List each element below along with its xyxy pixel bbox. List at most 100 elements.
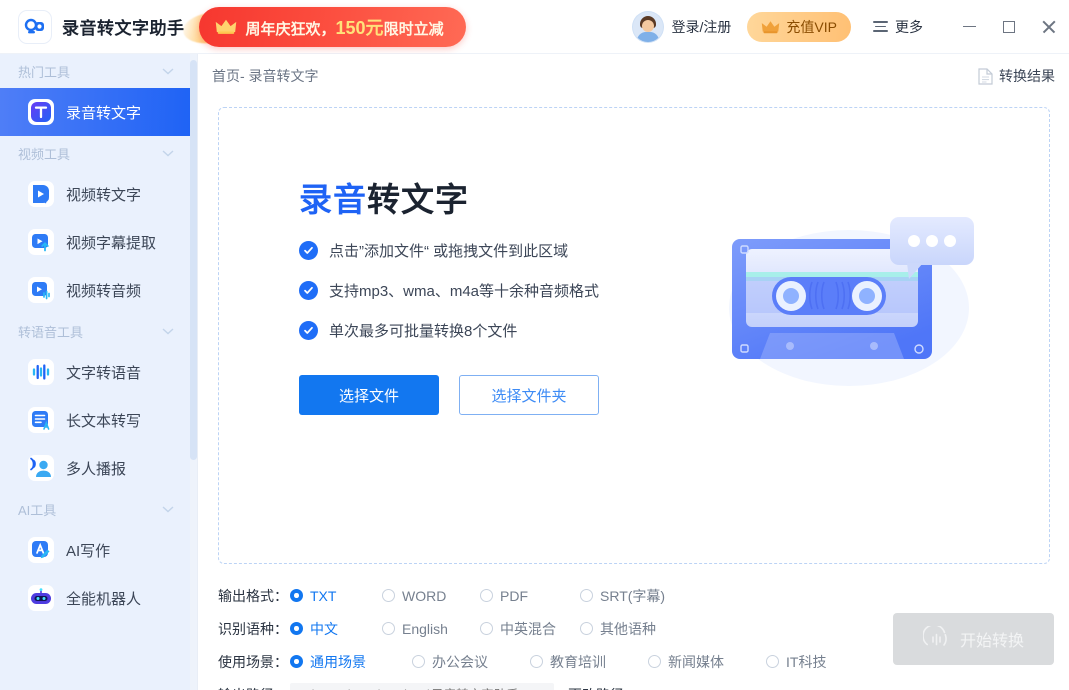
long-text-transcribe-icon bbox=[28, 407, 54, 433]
sidebar-item-ai-writing[interactable]: AI写作 bbox=[0, 526, 190, 574]
breadcrumb: 首页- 录音转文字 bbox=[212, 68, 319, 84]
main-content: 首页- 录音转文字 转换结果 录音转文字 点击”添加文件“ 或拖拽文件到此区域 bbox=[198, 54, 1069, 690]
radio-dot bbox=[530, 655, 543, 668]
sidebar-group-hot-tools[interactable]: 热门工具 bbox=[0, 54, 190, 88]
close-button[interactable] bbox=[1029, 0, 1069, 54]
application-window: 录音转文字助手 周年庆狂欢，150元限时立减 登录/注册 充值VIP 更多 热门… bbox=[0, 0, 1069, 690]
feature-item: 点击”添加文件“ 或拖拽文件到此区域 bbox=[299, 240, 599, 261]
radio-label: 中英混合 bbox=[500, 620, 556, 637]
sidebar-item-multi-speaker[interactable]: 多人播报 bbox=[0, 444, 190, 492]
cassette-tape-illustration bbox=[729, 217, 974, 386]
audio-wave-circle-icon bbox=[922, 625, 947, 646]
sidebar-item-label: 文字转语音 bbox=[66, 364, 142, 382]
radio-output-format-word[interactable]: WORD bbox=[382, 588, 480, 604]
recharge-vip-button[interactable]: 充值VIP bbox=[747, 11, 851, 42]
conversion-result-button[interactable]: 转换结果 bbox=[978, 66, 1055, 86]
scene-label: 使用场景： bbox=[218, 653, 288, 670]
radio-output-format-srt[interactable]: SRT(字幕) bbox=[580, 586, 665, 606]
check-circle-icon bbox=[299, 281, 318, 300]
window-buttons bbox=[949, 0, 1069, 54]
output-path-input[interactable] bbox=[290, 682, 554, 690]
language-row: 识别语种： 中文 English 中英混合 其他语种 bbox=[218, 612, 918, 645]
radio-language-other[interactable]: 其他语种 bbox=[580, 619, 656, 639]
multi-speaker-icon bbox=[28, 455, 54, 481]
sidebar-item-label: 多人播报 bbox=[66, 460, 127, 478]
sidebar-item-audio-to-text[interactable]: 录音转文字 bbox=[0, 88, 190, 136]
sidebar-scrollbar-thumb[interactable] bbox=[190, 60, 197, 460]
header-right-controls: 登录/注册 充值VIP 更多 bbox=[632, 0, 1069, 54]
sidebar-item-video-subtitle-extract[interactable]: 视频字幕提取 bbox=[0, 218, 190, 266]
radio-scene-general[interactable]: 通用场景 bbox=[290, 652, 412, 672]
sidebar-item-robot[interactable]: 全能机器人 bbox=[0, 574, 190, 622]
feature-text: 支持mp3、wma、m4a等十余种音频格式 bbox=[329, 283, 600, 300]
sidebar: 热门工具 录音转文字 视频工具 视频转文字 视频字幕提取 视频转音频 转语音工具… bbox=[0, 54, 190, 690]
promo-highlight: 150元 bbox=[335, 17, 384, 38]
select-file-button[interactable]: 选择文件 bbox=[299, 375, 439, 415]
start-conversion-button[interactable]: 开始转换 bbox=[893, 613, 1054, 665]
chevron-down-icon bbox=[162, 327, 174, 334]
conversion-result-label: 转换结果 bbox=[999, 68, 1055, 84]
sidebar-group-title: AI工具 bbox=[18, 502, 57, 518]
minimize-button[interactable] bbox=[949, 0, 989, 54]
radio-language-chinese[interactable]: 中文 bbox=[290, 619, 382, 639]
change-path-button[interactable]: 更改路径 bbox=[568, 685, 624, 690]
radio-dot bbox=[290, 655, 303, 668]
video-to-audio-icon bbox=[28, 277, 54, 303]
radio-output-format-pdf[interactable]: PDF bbox=[480, 588, 580, 604]
promo-text: 周年庆狂欢，150元限时立减 bbox=[246, 14, 444, 40]
cta-row: 选择文件 选择文件夹 bbox=[299, 375, 599, 415]
sidebar-group-speech-tools[interactable]: 转语音工具 bbox=[0, 314, 190, 348]
sidebar-item-video-to-text[interactable]: 视频转文字 bbox=[0, 170, 190, 218]
robot-icon bbox=[28, 585, 54, 611]
output-format-row: 输出格式： TXT WORD PDF SRT(字幕) bbox=[218, 579, 918, 612]
radio-label: IT科技 bbox=[786, 653, 827, 670]
language-label: 识别语种： bbox=[218, 620, 288, 637]
sidebar-item-label: 视频转文字 bbox=[66, 186, 142, 204]
radio-language-mixed[interactable]: 中英混合 bbox=[480, 619, 580, 639]
feature-text: 单次最多可批量转换8个文件 bbox=[329, 323, 518, 340]
more-label: 更多 bbox=[895, 18, 923, 35]
login-register-button[interactable]: 登录/注册 bbox=[632, 11, 732, 42]
page-title-accent: 录音 bbox=[299, 181, 367, 218]
check-circle-icon bbox=[299, 321, 318, 340]
radio-language-english[interactable]: English bbox=[382, 621, 480, 637]
radio-dot bbox=[580, 622, 593, 635]
video-to-text-icon bbox=[28, 181, 54, 207]
more-menu-button[interactable]: 更多 bbox=[873, 17, 923, 37]
select-folder-button[interactable]: 选择文件夹 bbox=[459, 375, 599, 415]
radio-label: 新闻媒体 bbox=[668, 653, 724, 670]
promo-banner[interactable]: 周年庆狂欢，150元限时立减 bbox=[180, 6, 466, 47]
maximize-icon bbox=[1003, 20, 1015, 33]
radio-scene-office[interactable]: 办公会议 bbox=[412, 652, 530, 672]
sidebar-group-title: 转语音工具 bbox=[18, 324, 84, 340]
breadcrumb-row: 首页- 录音转文字 转换结果 bbox=[198, 54, 1069, 98]
sidebar-group-ai-tools[interactable]: AI工具 bbox=[0, 492, 190, 526]
maximize-button[interactable] bbox=[989, 0, 1029, 54]
sidebar-item-text-to-speech[interactable]: 文字转语音 bbox=[0, 348, 190, 396]
radio-scene-it[interactable]: IT科技 bbox=[766, 652, 826, 672]
radio-dot bbox=[480, 622, 493, 635]
minimize-icon bbox=[962, 25, 976, 28]
brand: 录音转文字助手 bbox=[18, 9, 185, 44]
radio-dot bbox=[480, 589, 493, 602]
sidebar-item-long-text-transcribe[interactable]: 长文本转写 bbox=[0, 396, 190, 444]
brand-name: 录音转文字助手 bbox=[62, 19, 185, 38]
radio-label: 办公会议 bbox=[432, 653, 488, 670]
radio-label: English bbox=[402, 620, 448, 637]
feature-item: 支持mp3、wma、m4a等十余种音频格式 bbox=[299, 280, 599, 301]
radio-label: SRT(字幕) bbox=[600, 587, 666, 604]
ai-writing-icon bbox=[28, 537, 54, 563]
radio-scene-news[interactable]: 新闻媒体 bbox=[648, 652, 766, 672]
sidebar-group-video-tools[interactable]: 视频工具 bbox=[0, 136, 190, 170]
file-dropzone[interactable]: 录音转文字 点击”添加文件“ 或拖拽文件到此区域 支持mp3、wma、m4a等十… bbox=[218, 107, 1050, 564]
radio-dot bbox=[290, 589, 303, 602]
page-title: 录音转文字 bbox=[299, 173, 599, 221]
sidebar-item-label: 视频字幕提取 bbox=[66, 234, 157, 252]
radio-dot bbox=[412, 655, 425, 668]
radio-output-format-txt[interactable]: TXT bbox=[290, 588, 382, 604]
radio-scene-education[interactable]: 教育培训 bbox=[530, 652, 648, 672]
chevron-down-icon bbox=[162, 149, 174, 156]
radio-label: TXT bbox=[310, 587, 337, 604]
login-register-label: 登录/注册 bbox=[671, 18, 732, 35]
sidebar-item-video-to-audio[interactable]: 视频转音频 bbox=[0, 266, 190, 314]
